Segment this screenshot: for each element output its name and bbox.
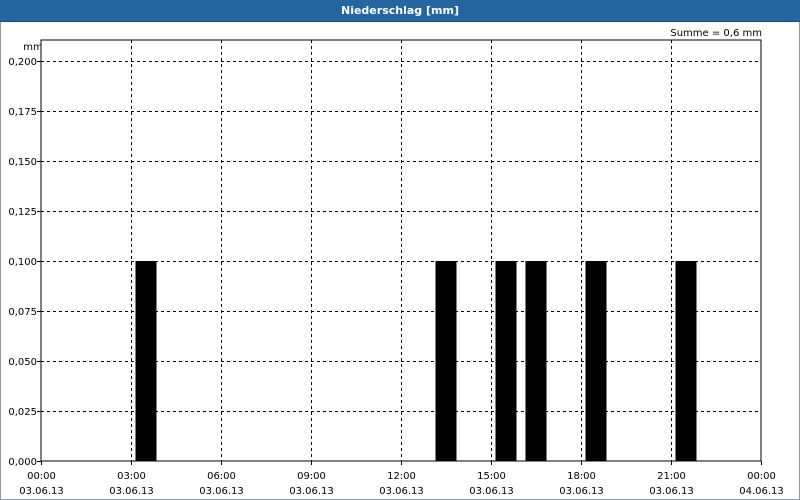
precipitation-bar [525,261,547,461]
x-axis-ticks: 00:00 03.06.13 03:00 03.06.13 06:00 03.06.13 0… [19,461,784,497]
x-tick-date-label: 04.06.13 [739,486,784,497]
precipitation-chart: Summe = 0,6 mm mm 0,0000,0250,0500,0750,… [8,28,784,497]
x-tick-date-label: 03.06.13 [559,486,604,497]
x-tick-time-label: 18:00 [567,471,596,482]
y-axis-ticks: 0,000 0,025 0,050 0,075 0,100 0,125 0,150 0,175… [8,57,41,468]
y-tick-label: 0,075 [8,307,37,318]
y-tick-label: 0,025 [8,407,37,418]
x-tick-date-label: 03.06.13 [649,486,694,497]
x-tick-date-label: 03.06.13 [289,486,334,497]
x-tick-date-label: 03.06.13 [379,486,424,497]
x-tick-time-label: 12:00 [387,471,416,482]
y-tick-label: 0,050 [8,357,37,368]
y-tick-label: 0,200 [8,57,37,68]
sum-annotation: Summe = 0,6 mm [670,28,762,39]
y-tick-label: 0,150 [8,157,37,168]
x-tick-date-label: 03.06.13 [19,486,64,497]
y-tick-label: 0,175 [8,107,37,118]
y-axis-unit-label: mm [23,42,42,53]
x-tick-time-label: 21:00 [657,471,686,482]
x-tick-time-label: 03:00 [117,471,146,482]
precipitation-bar [495,261,517,461]
x-tick-time-label: 00:00 [27,471,56,482]
x-tick-time-label: 15:00 [477,471,506,482]
precipitation-bar [135,261,157,461]
x-tick-time-label: 06:00 [207,471,236,482]
x-tick-time-label: 09:00 [297,471,326,482]
precipitation-bar [675,261,697,461]
y-tick-label: 0,100 [8,257,37,268]
x-tick-date-label: 03.06.13 [469,486,514,497]
precipitation-bar [435,261,457,461]
x-tick-date-label: 03.06.13 [199,486,244,497]
x-tick-time-label: 00:00 [747,471,776,482]
precipitation-bar [585,261,607,461]
y-tick-label: 0,125 [8,207,37,218]
y-tick-label: 0,000 [8,457,37,468]
x-tick-date-label: 03.06.13 [109,486,154,497]
